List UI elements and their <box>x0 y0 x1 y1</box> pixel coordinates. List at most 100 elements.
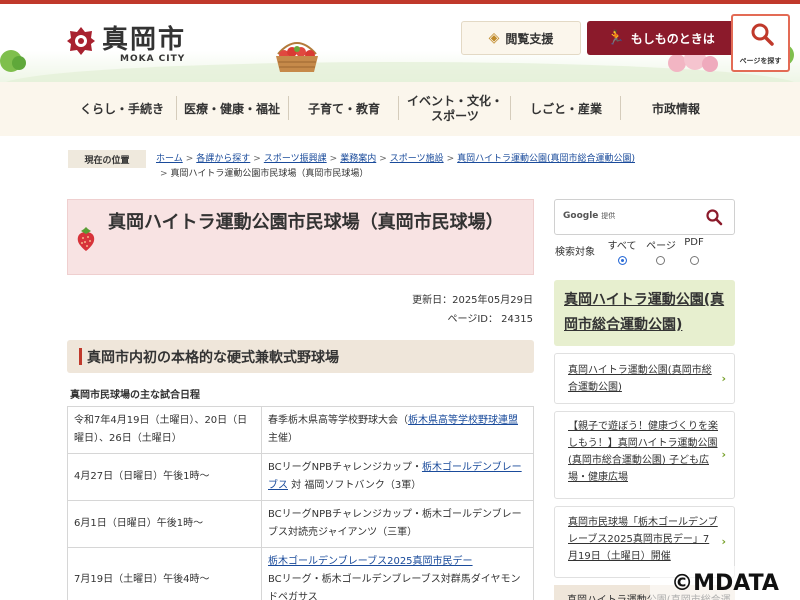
page-search-button[interactable]: ページを探す <box>731 14 790 72</box>
gnav-item-label: 子育て・教育 <box>307 101 380 116</box>
gnav-item-health[interactable]: 医療・健康・福祉 <box>178 82 286 136</box>
emergency-button[interactable]: 🏃 もしものときは <box>587 21 735 55</box>
sidebar-link[interactable]: 真岡ハイトラ運動公園(真岡市総合運動公園) › <box>554 353 735 404</box>
gnav-item-work[interactable]: しごと・産業 <box>512 82 620 136</box>
gnav-item-label: 医療・健康・福祉 <box>183 101 280 116</box>
breadcrumb-separator: > <box>379 154 387 164</box>
site-logo[interactable]: 真岡市 MOKA CITY <box>66 26 186 64</box>
gnav-item-label: イベント・文化・ スポーツ <box>406 94 503 123</box>
scope-radio-all[interactable] <box>618 256 627 265</box>
citizen-day-link[interactable]: 栃木ゴールデンブレーブス2025真岡市民デー <box>268 556 473 567</box>
heading-accent-bar <box>79 348 82 365</box>
search-icon[interactable] <box>705 208 723 226</box>
event-text: BCリーグNPBチャレンジカップ・ <box>268 462 422 473</box>
city-name-en: MOKA CITY <box>120 54 186 64</box>
table-row: 4月27日（日曜日）午後1時～ BCリーグNPBチャレンジカップ・栃木ゴールデン… <box>67 453 534 501</box>
table-row: 7月19日（土曜日）午後4時～ 栃木ゴールデンブレーブス2025真岡市民デー BC… <box>67 547 534 600</box>
page-id: ページID： 24315 <box>447 314 533 325</box>
gnav-item-events[interactable]: イベント・文化・ スポーツ <box>400 82 510 136</box>
breadcrumb-link-park[interactable]: 真岡ハイトラ運動公園(真岡市総合運動公園) <box>457 154 635 164</box>
gnav-item-label: しごと・産業 <box>529 101 602 116</box>
schedule-date: 令和7年4月19日（土曜日）、20日（日曜日）、26日（土曜日） <box>67 406 262 454</box>
breadcrumb-separator: > <box>253 154 261 164</box>
event-organizer-link[interactable]: 栃木県高等学校野球連盟 <box>408 415 518 426</box>
city-emblem-icon <box>67 27 95 55</box>
schedule-table: 令和7年4月19日（土曜日）、20日（日曜日）、26日（土曜日） 春季栃木県高等… <box>67 406 534 600</box>
site-search-input[interactable] <box>625 208 697 226</box>
sidebar-category-title: 真岡ハイトラ運動公園(真岡市総合運動公園) <box>564 292 725 333</box>
schedule-date: 4月27日（日曜日）午後1時～ <box>67 453 262 501</box>
running-person-icon: 🏃 <box>607 30 625 46</box>
sidebar-link[interactable]: 【親子で遊ぼう！健康づくりを楽しもう！】真岡ハイトラ運動公園(真岡市総合運動公園… <box>554 411 735 499</box>
google-sub: 提供 <box>601 212 616 220</box>
scope-radio-pdf[interactable] <box>690 256 699 265</box>
scope-option-label: すべて <box>607 241 637 252</box>
schedule-date: 6月1日（日曜日）午後1時～ <box>67 500 262 548</box>
gnav-divider <box>620 96 621 120</box>
gnav-item-label: くらし・手続き <box>79 101 164 116</box>
schedule-date: 7月19日（土曜日）午後4時～ <box>67 547 262 600</box>
strawberry-basket-illustration <box>276 42 318 72</box>
breadcrumb-current: 真岡ハイトラ運動公園市民球場（真岡市民球場） <box>170 169 369 179</box>
chevron-right-icon: › <box>721 448 726 461</box>
site-header: 真岡市 MOKA CITY ◈ 閲覧支援 🏃 もしものときは ページを探す <box>0 4 800 86</box>
page-title-box: 真岡ハイトラ運動公園市民球場（真岡市民球場） <box>67 199 534 275</box>
schedule-event: 春季栃木県高等学校野球大会（栃木県高等学校野球連盟主催） <box>261 406 534 454</box>
accessibility-icon: ◈ <box>488 30 500 46</box>
breadcrumb-link-services[interactable]: 業務案内 <box>340 154 376 164</box>
tree-decoration <box>12 56 26 70</box>
event-text: 対 福岡ソフトバンク（3軍） <box>288 480 422 491</box>
sidebar-category-heading[interactable]: 真岡ハイトラ運動公園(真岡市総合運動公園) <box>554 280 735 346</box>
site-search-box: Google 提供 <box>554 199 735 235</box>
page-search-label: ページを探す <box>739 57 782 65</box>
emergency-label: もしものときは <box>630 31 715 46</box>
gnav-divider <box>510 96 511 120</box>
city-name: 真岡市 <box>102 25 187 55</box>
updated-date: 更新日：2025年05月29日 <box>412 295 533 306</box>
breadcrumb-link-sports-division[interactable]: スポーツ振興課 <box>264 154 327 164</box>
schedule-event: BCリーグNPBチャレンジカップ・栃木ゴールデンブレーブス 対 福岡ソフトバンク… <box>261 453 534 501</box>
breadcrumb-link-facilities[interactable]: スポーツ施設 <box>390 154 444 164</box>
schedule-event: BCリーグNPBチャレンジカップ・栃木ゴールデンブレーブス対読売ジャイアンツ（三… <box>261 500 534 548</box>
section-heading-box: 真岡市内初の本格的な硬式兼軟式野球場 <box>67 340 534 373</box>
section-heading: 真岡市内初の本格的な硬式兼軟式野球場 <box>87 350 339 366</box>
breadcrumb-label: 現在の位置 <box>68 150 146 168</box>
breadcrumb-link-home[interactable]: ホーム <box>156 154 183 164</box>
scope-option-label: ページ <box>646 241 676 252</box>
scope-radio-page[interactable] <box>656 256 665 265</box>
watermark: ©MDATA <box>650 566 800 600</box>
gnav-divider <box>398 96 399 120</box>
breadcrumb-link-departments[interactable]: 各課から探す <box>196 154 250 164</box>
event-text: 主催） <box>268 433 298 444</box>
breadcrumb-separator: > <box>160 169 168 179</box>
gnav-item-city-info[interactable]: 市政情報 <box>622 82 730 136</box>
gnav-divider <box>288 96 289 120</box>
chevron-right-icon: › <box>721 372 726 385</box>
sidebar-link-label: 【親子で遊ぼう！健康づくりを楽しもう！】真岡ハイトラ運動公園(真岡市総合運動公園… <box>568 421 718 483</box>
accessibility-support-button[interactable]: ◈ 閲覧支援 <box>461 21 581 55</box>
sidebar-link-label: 真岡ハイトラ運動公園(真岡市総合運動公園) <box>568 365 712 393</box>
page-title: 真岡ハイトラ運動公園市民球場（真岡市民球場） <box>108 212 504 233</box>
gnav-item-living[interactable]: くらし・手続き <box>70 82 174 136</box>
global-navigation: くらし・手続き 医療・健康・福祉 子育て・教育 イベント・文化・ スポーツ しご… <box>0 82 800 136</box>
tree-decoration <box>702 56 718 72</box>
schedule-caption: 真岡市民球場の主な試合日程 <box>70 390 200 401</box>
search-scope-label: 検索対象 <box>555 247 595 258</box>
breadcrumb-separator: > <box>329 154 338 164</box>
chevron-right-icon: › <box>721 535 726 548</box>
breadcrumb-separator: > <box>446 154 455 164</box>
breadcrumb-separator: > <box>185 154 194 164</box>
event-text: 春季栃木県高等学校野球大会（ <box>268 415 408 426</box>
schedule-event: 栃木ゴールデンブレーブス2025真岡市民デー BCリーグ・栃木ゴールデンブレーブス… <box>261 547 534 600</box>
table-row: 令和7年4月19日（土曜日）、20日（日曜日）、26日（土曜日） 春季栃木県高等… <box>67 406 534 454</box>
sidebar-link-label: 真岡市民球場「栃木ゴールデンブレーブス2025真岡市民デー」7月19日（土曜日）… <box>568 517 718 562</box>
search-icon <box>751 23 774 46</box>
gnav-item-label: 市政情報 <box>651 101 700 116</box>
table-row: 6月1日（日曜日）午後1時～ BCリーグNPBチャレンジカップ・栃木ゴールデンブ… <box>67 500 534 548</box>
gnav-item-childcare[interactable]: 子育て・教育 <box>290 82 398 136</box>
scope-option-label: PDF <box>684 237 704 248</box>
gnav-divider <box>176 96 177 120</box>
breadcrumb: ホーム > 各課から探す > スポーツ振興課 > 業務案内 > スポーツ施設 > 真岡ハイトラ運動公… <box>156 152 716 182</box>
strawberry-icon <box>77 227 95 251</box>
google-label: Google <box>563 211 599 221</box>
